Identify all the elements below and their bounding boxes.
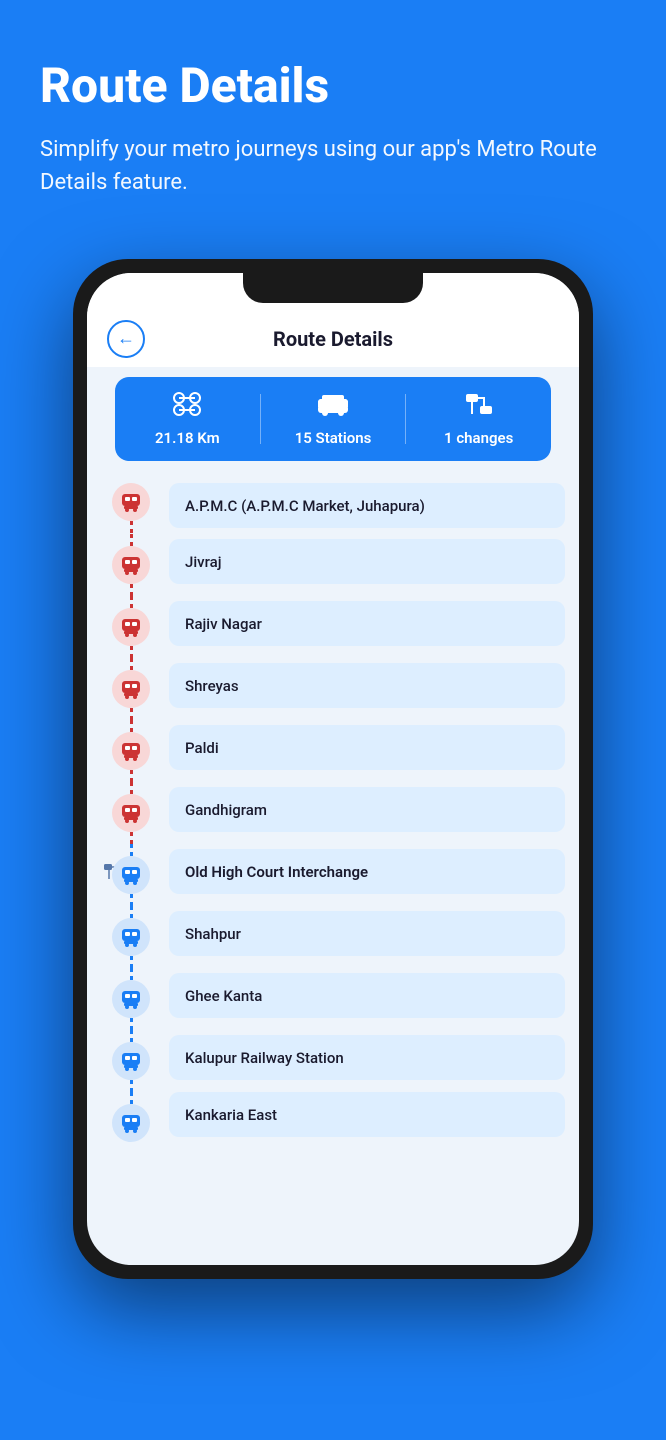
station-icon-circle [112, 1042, 150, 1080]
back-button[interactable]: ← [107, 320, 145, 358]
phone-screen: ← Route Details [87, 273, 579, 1265]
phone-container: ← Route Details [0, 239, 666, 1279]
station-card: Kankaria East [169, 1092, 565, 1137]
phone-notch [243, 273, 423, 303]
station-row: Rajiv Nagar [101, 596, 565, 658]
station-card: Gandhigram [169, 787, 565, 832]
station-card: Jivraj [169, 539, 565, 584]
station-name: Ghee Kanta [185, 987, 262, 1005]
stat-changes: 1 changes [406, 391, 551, 447]
stations-list: A.P.M.C (A.P.M.C Market, Juhapura) Jivra… [87, 471, 579, 1155]
station-icon-circle [112, 856, 150, 894]
station-name: Shahpur [185, 925, 241, 943]
station-name: Rajiv Nagar [185, 615, 262, 633]
station-icon-circle [112, 794, 150, 832]
station-card: Rajiv Nagar [169, 601, 565, 646]
station-row: Shahpur [101, 906, 565, 968]
station-icon-circle [112, 1104, 150, 1142]
station-icon-circle [112, 670, 150, 708]
station-name: Old High Court Interchange [185, 863, 368, 881]
station-icon-circle [112, 732, 150, 770]
station-card: Paldi [169, 725, 565, 770]
station-line-col [101, 596, 161, 658]
station-row: Jivraj [101, 534, 565, 596]
distance-icon [172, 391, 202, 423]
station-card: Shahpur [169, 911, 565, 956]
station-name: Kankaria East [185, 1106, 277, 1124]
station-icon-circle [112, 483, 150, 521]
station-icon-circle [112, 918, 150, 956]
station-row: A.P.M.C (A.P.M.C Market, Juhapura) [101, 483, 565, 534]
station-row: Kalupur Railway Station [101, 1030, 565, 1092]
station-row: Gandhigram [101, 782, 565, 844]
stats-container: 21.18 Km [87, 367, 579, 471]
station-line-col [101, 1092, 161, 1142]
station-line-col [101, 534, 161, 596]
station-card: Kalupur Railway Station [169, 1035, 565, 1080]
phone-frame: ← Route Details [73, 259, 593, 1279]
station-row: Ghee Kanta [101, 968, 565, 1030]
station-line-col [101, 782, 161, 844]
station-line-col [101, 720, 161, 782]
station-icon-circle [112, 608, 150, 646]
station-name: Kalupur Railway Station [185, 1049, 344, 1067]
hero-section: Route Details Simplify your metro journe… [0, 0, 666, 239]
station-row: Kankaria East [101, 1092, 565, 1143]
station-card: Ghee Kanta [169, 973, 565, 1018]
hero-subtitle: Simplify your metro journeys using our a… [40, 133, 626, 199]
app-header: ← Route Details [87, 317, 579, 367]
changes-value: 1 changes [444, 429, 513, 447]
stations-value: 15 Stations [295, 429, 372, 447]
station-name: Paldi [185, 739, 219, 757]
stat-distance: 21.18 Km [115, 391, 260, 447]
station-line-col [101, 968, 161, 1030]
station-line-col [101, 483, 161, 533]
station-card: Shreyas [169, 663, 565, 708]
station-row: Shreyas [101, 658, 565, 720]
station-name: A.P.M.C (A.P.M.C Market, Juhapura) [185, 497, 425, 515]
page-title: Route Details [273, 327, 393, 351]
station-row: Paldi [101, 720, 565, 782]
stat-stations: 15 Stations [261, 391, 406, 447]
station-name: Shreyas [185, 677, 239, 695]
stats-bar: 21.18 Km [115, 377, 551, 461]
station-line-col [101, 906, 161, 968]
station-icon-circle [112, 980, 150, 1018]
station-line-col [101, 1030, 161, 1092]
stations-icon [316, 391, 350, 423]
station-line-col [101, 658, 161, 720]
station-name: Jivraj [185, 553, 222, 571]
station-line-col [101, 844, 161, 906]
station-name: Gandhigram [185, 801, 267, 819]
back-arrow-icon: ← [117, 328, 135, 349]
hero-title: Route Details [40, 60, 626, 113]
distance-value: 21.18 Km [155, 429, 220, 447]
changes-icon [464, 391, 494, 423]
station-card: A.P.M.C (A.P.M.C Market, Juhapura) [169, 483, 565, 528]
station-card: Old High Court Interchange [169, 849, 565, 894]
station-icon-circle [112, 546, 150, 584]
station-row: Old High Court Interchange [101, 844, 565, 906]
